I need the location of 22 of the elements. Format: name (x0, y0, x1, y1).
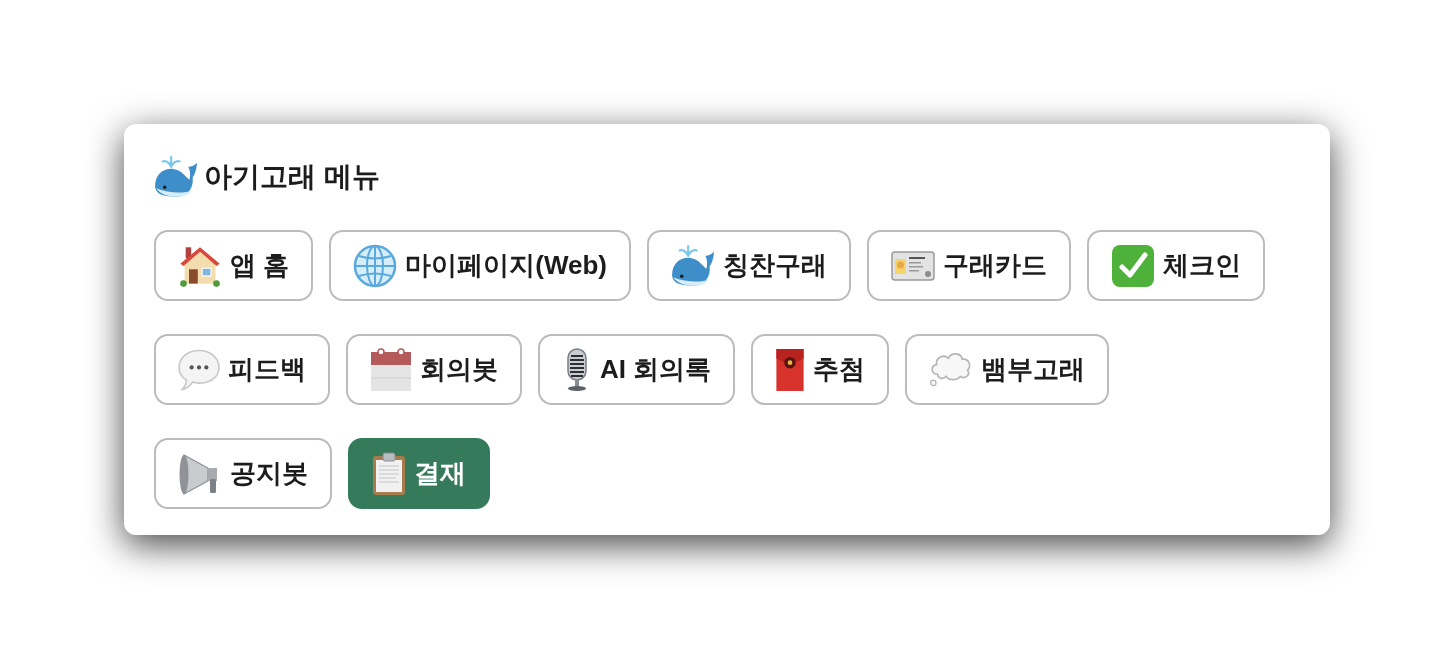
menu-button[interactable]: 공지봇 (154, 438, 332, 509)
menu-button[interactable]: 추첨 (751, 334, 890, 405)
menu-button[interactable]: 체크인 (1086, 230, 1265, 301)
menu-button[interactable]: 구래카드 (866, 230, 1071, 301)
whale-icon (670, 244, 715, 287)
menu-button[interactable]: 앱 홈 (154, 230, 314, 301)
menu-button[interactable]: 결재 (348, 438, 490, 509)
menu-button[interactable]: 피드백 (154, 334, 330, 405)
check-box-icon (1110, 243, 1155, 288)
menu-button[interactable]: 칭찬구래 (646, 230, 851, 301)
menu-button[interactable]: 마이페이지(Web) (329, 230, 631, 301)
menu-title: 아기고래 메뉴 (204, 160, 380, 194)
id-card-icon (890, 250, 935, 281)
menu-button[interactable]: 회의봇 (346, 334, 522, 405)
menu-button[interactable]: AI 회의록 (538, 334, 736, 405)
whale-icon (154, 156, 198, 198)
globe-icon (353, 243, 398, 288)
speech-bubble-icon (178, 348, 220, 391)
menu-button[interactable]: 뱀부고래 (905, 334, 1110, 405)
calendar-icon (370, 347, 412, 392)
clipboard-icon (372, 451, 406, 496)
envelope-icon (775, 347, 806, 392)
